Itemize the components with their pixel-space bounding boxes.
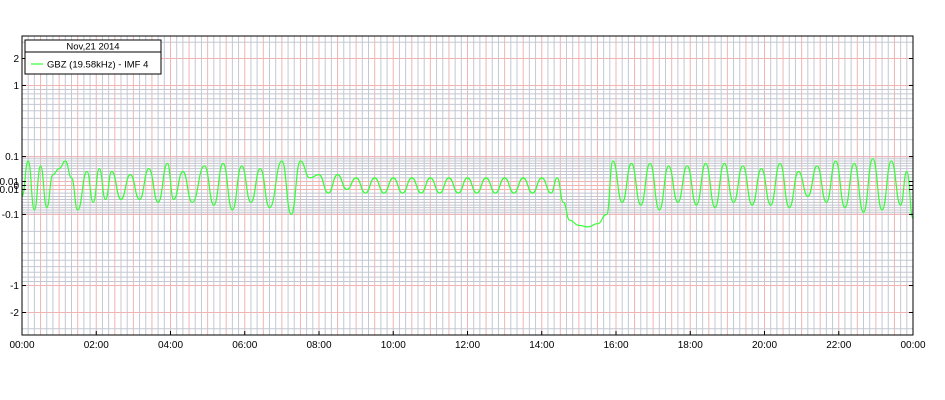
y-tick-label: -2 — [10, 308, 19, 319]
x-tick-label: 00:00 — [900, 340, 925, 351]
x-tick-label: 12:00 — [455, 340, 480, 351]
x-tick-label: 06:00 — [232, 340, 257, 351]
y-tick-label: -0.01 — [0, 185, 19, 196]
x-tick-label: 16:00 — [603, 340, 628, 351]
x-tick-label: 04:00 — [158, 340, 183, 351]
x-tick-label: 20:00 — [752, 340, 777, 351]
x-tick-label: 18:00 — [678, 340, 703, 351]
x-tick-label: 22:00 — [826, 340, 851, 351]
y-tick-label: 0.1 — [5, 152, 19, 163]
y-tick-label: -1 — [10, 281, 19, 292]
x-tick-label: 02:00 — [84, 340, 109, 351]
y-tick-label: 1 — [13, 81, 19, 92]
y-tick-label: -0.1 — [2, 210, 20, 221]
legend-title: Nov,21 2014 — [66, 42, 119, 53]
x-tick-label: 08:00 — [306, 340, 331, 351]
legend-series-label: GBZ (19.58kHz) - IMF 4 — [47, 60, 148, 71]
grid — [22, 36, 913, 335]
legend: Nov,21 2014 GBZ (19.58kHz) - IMF 4 — [24, 39, 162, 75]
x-tick-label: 14:00 — [529, 340, 554, 351]
y-tick-label: 2 — [13, 54, 19, 65]
x-tick-label: 10:00 — [381, 340, 406, 351]
chart-svg: 210.10.010-0.01-0.1-1-200:0002:0004:0006… — [0, 35, 926, 351]
x-tick-label: 00:00 — [9, 340, 34, 351]
